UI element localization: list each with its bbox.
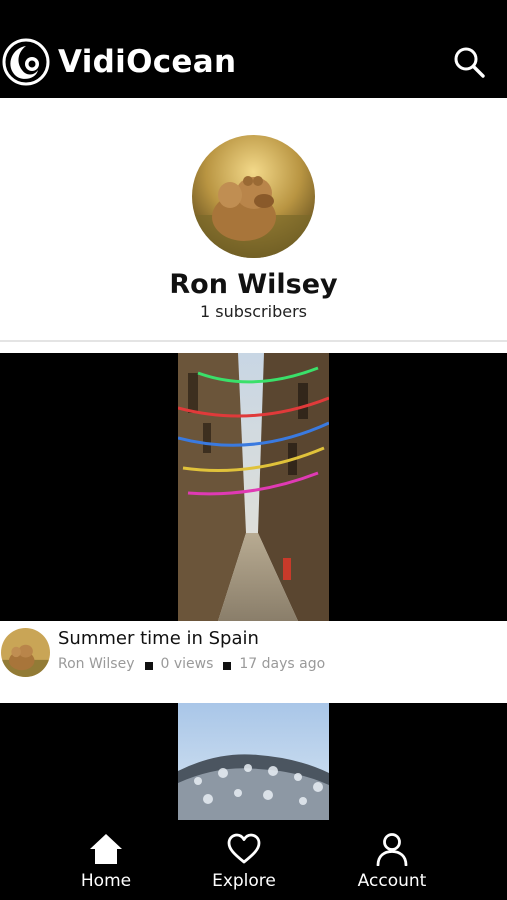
video-author[interactable]: Ron Wilsey [58, 656, 135, 672]
heart-icon [227, 833, 261, 864]
video-thumbnail[interactable] [178, 353, 329, 621]
search-icon[interactable] [452, 45, 486, 79]
lioness-avatar-image [192, 135, 315, 258]
separator-dot [223, 662, 232, 670]
nav-home-label: Home [80, 871, 132, 891]
nav-explore[interactable]: Explore [199, 820, 289, 900]
view-count: 0 views [160, 656, 214, 672]
upload-age: 17 days ago [239, 656, 326, 672]
bottom-navigation: Home Explore Account [0, 820, 507, 900]
nav-account[interactable]: Account [346, 820, 438, 900]
lioness-avatar-image [1, 628, 50, 677]
home-icon [90, 834, 122, 864]
separator-dot [144, 662, 153, 670]
video-meta: Ron Wilsey 0 views 17 days ago [58, 654, 325, 674]
divider [0, 340, 507, 342]
channel-profile: Ron Wilsey 1 subscribers [0, 98, 507, 340]
video-thumbnail[interactable] [178, 703, 329, 820]
channel-avatar[interactable] [192, 135, 315, 258]
author-avatar[interactable] [1, 628, 50, 677]
user-icon [376, 833, 408, 866]
video-player[interactable] [0, 703, 507, 820]
nav-home[interactable]: Home [66, 820, 146, 900]
channel-name: Ron Wilsey [169, 269, 338, 300]
video-title[interactable]: Summer time in Spain [58, 627, 259, 651]
app-header: VidiOcean [0, 0, 507, 98]
nav-account-label: Account [357, 871, 427, 891]
nav-explore-label: Explore [212, 871, 276, 891]
subscriber-count: 1 subscribers [200, 302, 307, 321]
vidiocean-logo-icon[interactable] [2, 38, 50, 86]
app-title: VidiOcean [58, 44, 237, 80]
video-info[interactable]: Summer time in Spain Ron Wilsey 0 views 17… [0, 621, 507, 703]
video-player[interactable] [0, 353, 507, 621]
